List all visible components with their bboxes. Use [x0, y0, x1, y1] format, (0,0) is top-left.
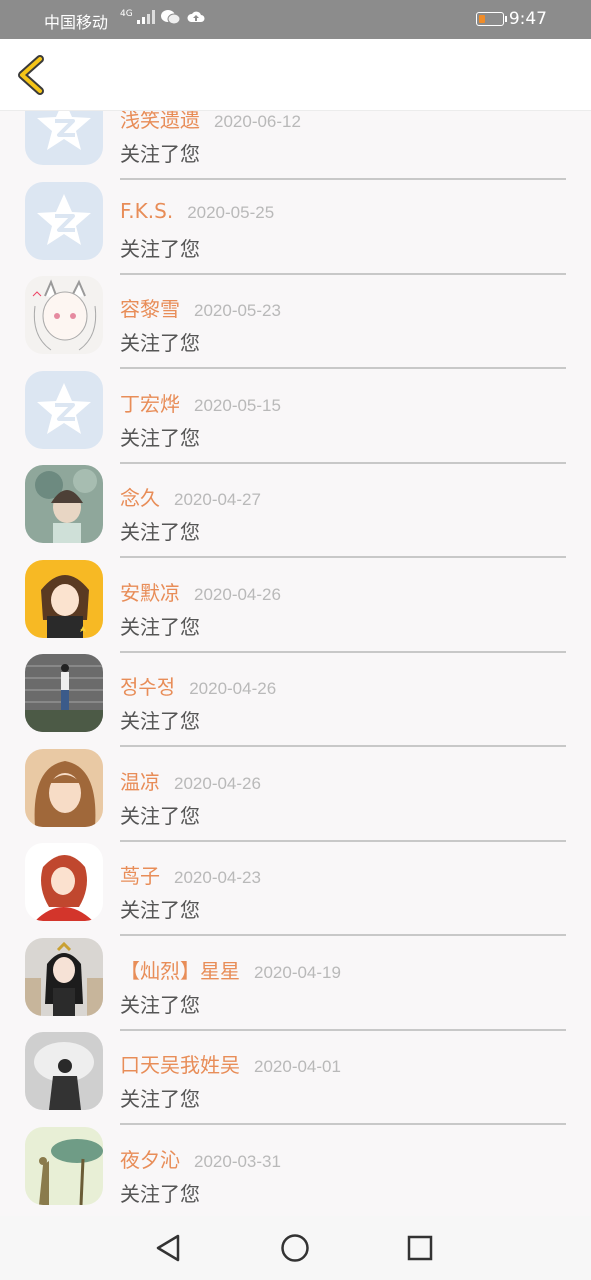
follow-date: 2020-05-25 [187, 202, 275, 222]
name-line: 温凉 2020-04-26 [120, 766, 261, 795]
follow-date: 2020-04-26 [194, 584, 281, 604]
follow-date: 2020-04-01 [254, 1057, 341, 1076]
follow-action-text: 关注了您 [120, 236, 200, 261]
follow-date: 2020-04-27 [174, 490, 261, 509]
battery-icon [476, 12, 507, 26]
follower-name[interactable]: 【灿烈】星星 [120, 959, 240, 983]
name-line: 口天吴我姓吴 2020-04-01 [120, 1049, 341, 1078]
network-type: 4G [120, 8, 133, 19]
follow-row[interactable]: 念久 2020-04-27 关注了您 [0, 450, 591, 558]
follow-action-text: 关注了您 [120, 331, 200, 355]
avatar[interactable] [25, 559, 103, 638]
avatar[interactable] [25, 1126, 103, 1205]
follow-action-text: 关注了您 [120, 709, 200, 733]
name-line: 【灿烈】星星 2020-04-19 [120, 955, 341, 984]
follow-date: 2020-04-26 [189, 679, 277, 698]
avatar[interactable] [25, 110, 103, 165]
avatar[interactable] [25, 276, 103, 354]
follow-row[interactable]: 丁宏烨 2020-05-15 关注了您 [0, 356, 591, 464]
follow-action-text: 关注了您 [120, 614, 200, 639]
nav-recents-button[interactable] [402, 1230, 438, 1266]
avatar[interactable] [25, 748, 103, 827]
name-line: 丁宏烨 2020-05-15 [120, 388, 281, 417]
follower-name[interactable]: F.K.S. [120, 199, 173, 223]
follow-action-text: 关注了您 [120, 520, 200, 544]
follow-row[interactable]: 容黎雪 2020-05-23 关注了您 [0, 261, 591, 369]
avatar[interactable] [25, 465, 103, 543]
triangle-back-icon [156, 1234, 180, 1262]
square-recents-icon [407, 1235, 433, 1261]
follow-action-text: 关注了您 [120, 992, 200, 1017]
status-bar: 中国移动 4G 9:47 [0, 0, 591, 39]
name-line: 浅笑遗遗 2020-06-12 [120, 110, 301, 133]
avatar[interactable] [25, 181, 103, 260]
follow-action-text: 关注了您 [120, 803, 200, 828]
follower-list-items: 浅笑遗遗 2020-06-12 关注了您 F.K.S. 2020-05-25 关注了您 容黎… [0, 110, 591, 1206]
name-line: 茑子 2020-04-23 [120, 860, 261, 889]
system-nav-bar [0, 1216, 591, 1280]
name-line: 念久 2020-04-27 [120, 482, 261, 511]
follow-row[interactable]: 安默凉 2020-04-26 关注了您 [0, 545, 591, 653]
follower-name[interactable]: 茑子 [120, 864, 160, 888]
name-line: 夜夕沁 2020-03-31 [120, 1144, 281, 1173]
follow-row[interactable]: 정수정 2020-04-26 关注了您 [0, 639, 591, 747]
signal-icon [136, 10, 155, 24]
name-line: 容黎雪 2020-05-23 [120, 293, 281, 322]
name-line: 정수정 2020-04-26 [120, 671, 276, 700]
follow-action-text: 关注了您 [120, 1087, 200, 1111]
follow-date: 2020-04-26 [174, 773, 261, 793]
follow-row[interactable]: 夜夕沁 2020-03-31 关注了您 [0, 1112, 591, 1207]
follower-name[interactable]: 念久 [120, 486, 160, 510]
name-line: F.K.S. 2020-05-25 [120, 199, 274, 223]
follower-name[interactable]: 丁宏烨 [120, 392, 180, 416]
nav-home-button[interactable] [277, 1230, 313, 1266]
follower-name[interactable]: 温凉 [120, 770, 160, 794]
name-line: 安默凉 2020-04-26 [120, 577, 281, 606]
follower-name[interactable]: 浅笑遗遗 [120, 110, 200, 132]
chevron-left-icon [18, 55, 44, 95]
follower-name[interactable]: 口天吴我姓吴 [120, 1053, 240, 1077]
follower-name[interactable]: 정수정 [120, 675, 175, 699]
cloud-upload-icon [187, 11, 205, 22]
follow-date: 2020-05-23 [194, 301, 281, 320]
avatar[interactable] [25, 654, 103, 732]
follow-date: 2020-04-23 [174, 868, 261, 887]
circle-home-icon [281, 1234, 309, 1262]
avatar[interactable] [25, 937, 103, 1016]
nav-back-button[interactable] [151, 1230, 187, 1266]
follower-name[interactable]: 夜夕沁 [120, 1148, 180, 1172]
follow-row[interactable]: 温凉 2020-04-26 关注了您 [0, 734, 591, 842]
follow-action-text: 关注了您 [120, 1181, 200, 1206]
follow-date: 2020-04-19 [254, 962, 341, 982]
battery-level [479, 15, 485, 23]
follow-row[interactable]: 口天吴我姓吴 2020-04-01 关注了您 [0, 1017, 591, 1125]
carrier-label: 中国移动 [44, 13, 109, 32]
follower-name[interactable]: 安默凉 [120, 581, 180, 605]
follow-date: 2020-05-15 [194, 395, 281, 415]
follower-list[interactable]: 浅笑遗遗 2020-06-12 关注了您 F.K.S. 2020-05-25 关注了您 容黎… [0, 110, 591, 1216]
follow-date: 2020-06-12 [214, 112, 301, 131]
follow-row[interactable]: F.K.S. 2020-05-25 关注了您 [0, 167, 591, 275]
avatar[interactable] [25, 370, 103, 449]
follow-row[interactable]: 浅笑遗遗 2020-06-12 关注了您 [0, 110, 591, 180]
follow-action-text: 关注了您 [120, 142, 200, 166]
follow-action-text: 关注了您 [120, 425, 200, 450]
follow-date: 2020-03-31 [194, 1151, 281, 1171]
app-header [0, 39, 591, 111]
network-indicator: 4G [120, 9, 206, 25]
follow-action-text: 关注了您 [120, 898, 200, 922]
avatar[interactable] [25, 843, 103, 921]
follow-row[interactable]: 茑子 2020-04-23 关注了您 [0, 828, 591, 936]
clock: 9:47 [508, 9, 547, 29]
battery-nub [505, 16, 507, 22]
wechat-icon [161, 10, 181, 25]
follower-name[interactable]: 容黎雪 [120, 297, 180, 321]
follow-row[interactable]: 【灿烈】星星 2020-04-19 关注了您 [0, 923, 591, 1031]
avatar[interactable] [25, 1032, 103, 1110]
back-button[interactable] [10, 53, 54, 97]
